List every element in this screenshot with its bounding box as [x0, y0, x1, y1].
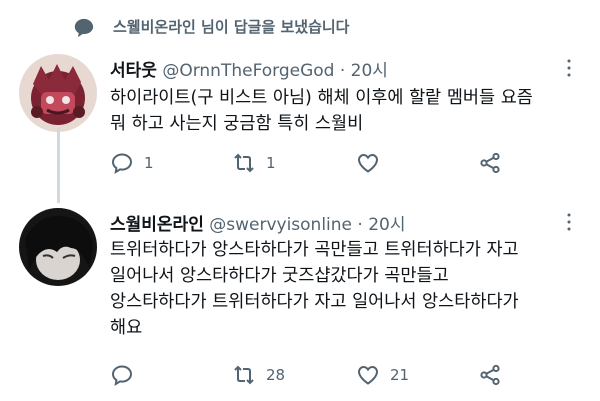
user-handle[interactable]: @OrnnTheForgeGod	[162, 61, 334, 81]
avatar[interactable]	[19, 208, 97, 286]
display-name[interactable]: 스월비온라인	[110, 215, 204, 235]
reply-count: 1	[144, 154, 154, 172]
tweet-text: 트위터하다가 앙스타하다가 곡만들고 트위터하다가 자고 일어나서 앙스타하다가…	[110, 237, 590, 341]
avatar[interactable]	[19, 54, 97, 132]
share-icon	[480, 152, 500, 174]
tweet-header: 서타웃 @OrnnTheForgeGod · 20시	[110, 56, 388, 81]
tweet-line: 일어나서 앙스타하다가 굿즈샵갔다가 곡만들고	[110, 266, 449, 286]
retweet-button[interactable]: 1	[232, 148, 276, 178]
retweet-icon	[234, 153, 254, 173]
tweet-header: 스월비온라인 @swervyisonline · 20시	[110, 210, 406, 235]
separator-dot: ·	[339, 61, 346, 81]
tweet-text: 하이라이트(구 비스트 아님) 해체 이후에 할랕 멤버들 요즘 뭐 하고 사는…	[110, 85, 590, 137]
timestamp[interactable]: 20시	[368, 215, 405, 235]
share-button[interactable]	[478, 360, 502, 390]
retweet-icon	[234, 365, 254, 385]
tweet-actions: 1 1	[110, 148, 590, 178]
share-icon	[480, 364, 500, 386]
like-button[interactable]: 21	[356, 360, 409, 390]
tweet-line: 하이라이트(구 비스트 아님) 해체 이후에 할랕 멤버들 요즘	[110, 88, 533, 108]
like-count: 21	[390, 366, 410, 384]
retweet-button[interactable]: 28	[232, 360, 285, 390]
reply-notification[interactable]: 스웰비온라인 님이 답글을 보냈습니다	[0, 0, 600, 50]
like-icon	[357, 153, 379, 173]
tweet-line: 앙스타하다가 트위터하다가 자고 일어나서 앙스타하다가	[110, 292, 519, 312]
display-name[interactable]: 서타웃	[110, 61, 157, 81]
more-icon[interactable]	[565, 212, 573, 232]
speech-bubble-icon	[74, 18, 94, 38]
reply-icon	[111, 153, 133, 174]
thread-line	[57, 128, 60, 203]
tweet-line: 뭐 하고 사는지 궁금함 특히 스월비	[110, 114, 364, 134]
more-icon[interactable]	[565, 58, 573, 78]
timestamp[interactable]: 20시	[351, 61, 388, 81]
reply-icon	[111, 365, 133, 386]
reply-button[interactable]: 1	[110, 148, 154, 178]
like-icon	[357, 365, 379, 385]
separator-dot: ·	[357, 215, 363, 235]
notification-text: 스웰비온라인 님이 답글을 보냈습니다	[113, 18, 350, 36]
reply-button[interactable]	[110, 360, 144, 390]
tweet-line: 해요	[110, 318, 143, 338]
retweet-count: 1	[266, 154, 276, 172]
tweet-line: 트위터하다가 앙스타하다가 곡만들고 트위터하다가 자고	[110, 240, 519, 260]
tweet-actions: 28 21	[110, 360, 590, 390]
share-button[interactable]	[478, 148, 502, 178]
user-handle[interactable]: @swervyisonline	[209, 215, 352, 235]
like-button[interactable]	[356, 148, 390, 178]
retweet-count: 28	[266, 366, 286, 384]
